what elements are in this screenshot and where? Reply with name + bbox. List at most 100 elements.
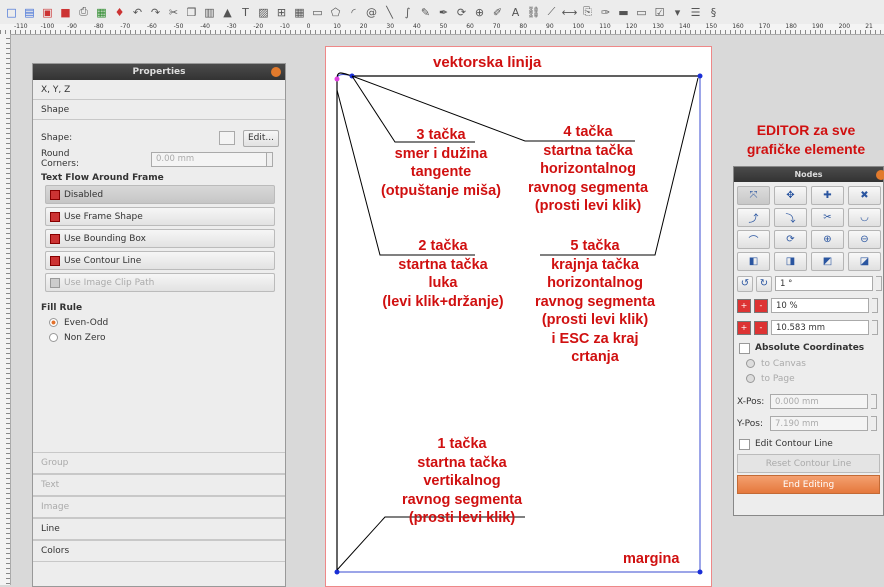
eyedropper-icon[interactable]: ✑ <box>598 5 613 20</box>
size-input[interactable]: 10.583 mm <box>771 320 869 335</box>
add-node-icon[interactable]: ✚ <box>811 186 844 205</box>
paste-icon[interactable]: ▥ <box>202 5 217 20</box>
bezier-icon[interactable]: ∫ <box>400 5 415 20</box>
text-flow-option[interactable]: Use Bounding Box <box>45 229 275 248</box>
rotate-right-icon[interactable]: ↻ <box>756 275 772 292</box>
pdf-push-button-icon[interactable]: ▬ <box>616 5 631 20</box>
move-nodes-icon[interactable]: ⤧ <box>737 186 770 205</box>
polygon-icon[interactable]: ⬠ <box>328 5 343 20</box>
edit-shape-button[interactable]: Edit... <box>243 129 280 147</box>
rotate-input[interactable]: 1 ° <box>775 276 873 291</box>
to-canvas-radio[interactable]: to Canvas <box>734 356 883 371</box>
link-frames-icon[interactable]: ⛓ <box>526 5 541 20</box>
end-editing-button[interactable]: End Editing <box>737 475 880 494</box>
section-image[interactable]: Image <box>33 496 285 518</box>
edit-content-icon[interactable]: ✐ <box>490 5 505 20</box>
scale-input[interactable]: 10 % <box>771 298 869 313</box>
text-frame-icon[interactable]: T <box>238 5 253 20</box>
delete-node-icon[interactable]: ✖ <box>848 186 881 205</box>
fill-rule-label: Non Zero <box>64 332 106 343</box>
round-corners-input[interactable]: 0.00 mm <box>151 151 267 167</box>
redo-icon[interactable]: ↷ <box>148 5 163 20</box>
split-path-icon[interactable]: ✂ <box>811 208 844 227</box>
scale-down-icon[interactable]: - <box>754 298 768 313</box>
undo-icon[interactable]: ↶ <box>130 5 145 20</box>
measure-icon[interactable]: ⟷ <box>562 5 578 20</box>
asymmetric-node-icon[interactable]: ⊕ <box>811 230 844 249</box>
round-corners-spinner[interactable] <box>267 151 273 167</box>
close-doc-icon[interactable]: ■ <box>58 5 73 20</box>
section-text[interactable]: Text <box>33 474 285 496</box>
rotate-spinner[interactable] <box>876 276 882 291</box>
rotate-left-icon[interactable]: ↺ <box>737 275 753 292</box>
cusp-node-icon[interactable]: ⌒ <box>737 230 770 249</box>
section-colors[interactable]: Colors <box>33 540 285 562</box>
preflight-icon[interactable]: ▦ <box>94 5 109 20</box>
reset-control-icon[interactable]: ⤴ <box>737 208 770 227</box>
freehand-icon[interactable]: ✎ <box>418 5 433 20</box>
mirror-horizontal-icon[interactable]: ◧ <box>737 252 770 271</box>
pdf-icon[interactable]: ♦ <box>112 5 127 20</box>
spiral-icon[interactable]: @ <box>364 5 379 20</box>
shape-icon[interactable]: ▭ <box>310 5 325 20</box>
ypos-spinner[interactable] <box>871 416 877 431</box>
render-frame-icon[interactable]: ⊞ <box>274 5 289 20</box>
smooth-node-icon[interactable]: ◡ <box>848 208 881 227</box>
move-control-icon[interactable]: ✥ <box>774 186 807 205</box>
select-icon[interactable]: ▲ <box>220 5 235 20</box>
pdf-checkbox-icon[interactable]: ☑ <box>652 5 667 20</box>
scale-up-icon[interactable]: + <box>737 298 751 313</box>
xpos-spinner[interactable] <box>871 394 877 409</box>
reset-control-alt-icon[interactable]: ⤵ <box>774 208 807 227</box>
symmetric-node-icon[interactable]: ⟳ <box>774 230 807 249</box>
fill-rule-radio[interactable]: Non Zero <box>33 330 285 345</box>
panel-close-icon[interactable] <box>271 67 281 77</box>
pdf-list-icon[interactable]: ☰ <box>688 5 703 20</box>
copy-icon[interactable]: ❐ <box>184 5 199 20</box>
line-icon[interactable]: ╲ <box>382 5 397 20</box>
text-flow-option[interactable]: Use Frame Shape <box>45 207 275 226</box>
open-icon[interactable]: ▤ <box>22 5 37 20</box>
unlink-frames-icon[interactable]: ⟋ <box>544 5 559 20</box>
section-line[interactable]: Line <box>33 518 285 540</box>
new-icon[interactable]: □ <box>4 5 19 20</box>
properties-titlebar[interactable]: Properties <box>33 64 285 80</box>
pdf-link-icon[interactable]: § <box>706 5 721 20</box>
ypos-input[interactable]: 7.190 mm <box>770 416 868 431</box>
shear-right-icon[interactable]: ◪ <box>848 252 881 271</box>
image-frame-icon[interactable]: ▨ <box>256 5 271 20</box>
pdf-text-field-icon[interactable]: ▭ <box>634 5 649 20</box>
edit-text-icon[interactable]: A <box>508 5 523 20</box>
pdf-combo-icon[interactable]: ▾ <box>670 5 685 20</box>
edit-contour-checkbox[interactable]: Edit Contour Line <box>734 436 883 452</box>
save-icon[interactable]: ▣ <box>40 5 55 20</box>
text-flow-option[interactable]: Use Contour Line <box>45 251 275 270</box>
arc-icon[interactable]: ◜ <box>346 5 361 20</box>
nodes-titlebar[interactable]: Nodes <box>734 167 884 182</box>
absolute-coordinates-checkbox[interactable]: Absolute Coordinates <box>734 340 883 356</box>
table-icon[interactable]: ▦ <box>292 5 307 20</box>
section-xyz[interactable]: X, Y, Z <box>33 80 285 100</box>
xpos-input[interactable]: 0.000 mm <box>770 394 868 409</box>
scale-spinner[interactable] <box>872 298 878 313</box>
shrink-icon[interactable]: - <box>754 320 768 335</box>
fill-rule-radio[interactable]: Even-Odd <box>33 315 285 330</box>
mirror-vertical-icon[interactable]: ◨ <box>774 252 807 271</box>
zoom-icon[interactable]: ⊕ <box>472 5 487 20</box>
text-flow-option[interactable]: Use Image Clip Path <box>45 273 275 292</box>
shear-left-icon[interactable]: ◩ <box>811 252 844 271</box>
close-path-icon[interactable]: ⊖ <box>848 230 881 249</box>
cut-icon[interactable]: ✂ <box>166 5 181 20</box>
text-flow-option[interactable]: Disabled <box>45 185 275 204</box>
size-spinner[interactable] <box>872 320 878 335</box>
nodes-close-icon[interactable] <box>876 170 884 180</box>
copy-properties-icon[interactable]: ⎘ <box>580 5 595 20</box>
print-icon[interactable]: ⎙ <box>76 5 91 20</box>
calligraphic-icon[interactable]: ✒ <box>436 5 451 20</box>
section-shape[interactable]: Shape <box>33 100 285 120</box>
section-group[interactable]: Group <box>33 452 285 474</box>
to-page-radio[interactable]: to Page <box>734 371 883 386</box>
rotate-icon[interactable]: ⟳ <box>454 5 469 20</box>
reset-contour-button[interactable]: Reset Contour Line <box>737 454 880 473</box>
enlarge-icon[interactable]: + <box>737 320 751 335</box>
